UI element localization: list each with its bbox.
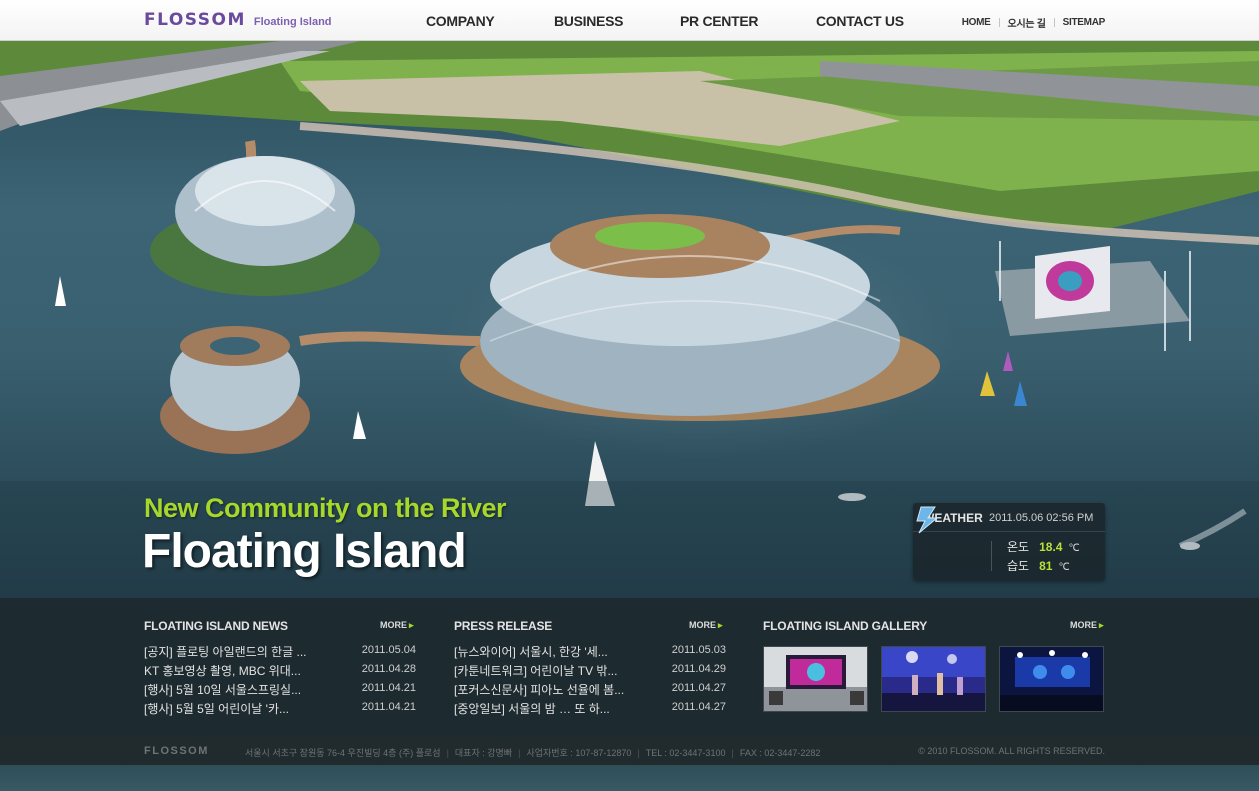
nav-pr-center[interactable]: PR CENTER xyxy=(680,13,759,29)
footer-fax: FAX : 02-3447-2282 xyxy=(739,748,821,758)
press-item-date: 2011.05.03 xyxy=(671,644,726,656)
news-item-title: [행사] 5월 10일 서울스프링실... xyxy=(144,683,302,697)
divider: | xyxy=(637,748,640,758)
press-item-title: [포커스신문사] 피아노 선율에 봄... xyxy=(454,683,625,697)
press-item[interactable]: [중앙일보] 서울의 밤 … 또 하... 2011.04.27 xyxy=(454,700,726,719)
temperature-unit: ℃ xyxy=(1068,543,1080,554)
news-item-title: [행사] 5월 5일 어린이날 '카... xyxy=(144,702,290,716)
gallery-image xyxy=(882,647,985,711)
divider xyxy=(1053,18,1055,27)
news-item[interactable]: KT 홍보영상 촬영, MBC 위대... 2011.04.28 xyxy=(144,662,416,681)
footer-business-number: 사업자번호 : 107-87-12870 xyxy=(526,748,632,758)
weather-temperature: 온도 18.4 ℃ xyxy=(1007,538,1080,555)
gallery-image xyxy=(1000,647,1103,711)
logo[interactable]: FLOSSOM Floating Island xyxy=(144,10,332,30)
news-item-title: KT 홍보영상 촬영, MBC 위대... xyxy=(144,664,301,678)
arrow-right-icon: ▸ xyxy=(1099,620,1104,630)
footer-logo: FLOSSOM xyxy=(144,745,209,757)
nav-contact-us[interactable]: CONTACT US xyxy=(816,13,904,29)
news-item-date: 2011.05.04 xyxy=(361,644,416,656)
page-bottom-background xyxy=(0,765,1259,791)
footer-copyright: © 2010 FLOSSOM. ALL RIGHTS RESERVED. xyxy=(918,746,1105,756)
press-item-title: [뉴스와이어] 서울시, 한강 '세... xyxy=(454,645,608,659)
footer-tel: TEL : 02-3447-3100 xyxy=(645,748,726,758)
news-item-date: 2011.04.21 xyxy=(361,701,416,713)
divider xyxy=(998,18,1000,27)
more-label: MORE xyxy=(689,620,716,630)
humidity-label: 습도 xyxy=(1007,559,1030,573)
news-item-date: 2011.04.28 xyxy=(361,663,416,675)
news-list: [공지] 플로팅 아일랜드의 한글 ... 2011.05.04 KT 홍보영상 … xyxy=(144,643,416,719)
humidity-unit: ℃ xyxy=(1058,562,1070,573)
press-more-link[interactable]: MORE ▸ xyxy=(689,620,723,631)
footer-company-info: 서울시 서초구 잠원동 76-4 우진빌딩 4층 (주) 플로섬 | 대표자 : 강… xyxy=(245,746,820,759)
gallery-thumbnail[interactable] xyxy=(999,646,1104,712)
footer-address: 서울시 서초구 잠원동 76-4 우진빌딩 4층 (주) 플로섬 xyxy=(245,748,441,758)
hero-visual: New Community on the River Floating Isla… xyxy=(0,41,1259,598)
press-item[interactable]: [뉴스와이어] 서울시, 한강 '세... 2011.05.03 xyxy=(454,643,726,662)
divider: | xyxy=(731,748,734,758)
hero-title: Floating Island xyxy=(142,525,467,578)
gallery-more-link[interactable]: MORE ▸ xyxy=(1070,620,1104,631)
utility-nav: HOME 오시는 길 SITEMAP xyxy=(962,15,1106,30)
content-band: FLOATING ISLAND NEWS MORE ▸ [공지] 플로팅 아일랜드… xyxy=(0,598,1259,737)
press-section-title: PRESS RELEASE xyxy=(454,619,553,633)
press-item-date: 2011.04.27 xyxy=(671,682,726,694)
util-directions[interactable]: 오시는 길 xyxy=(1008,15,1046,30)
press-item[interactable]: [포커스신문사] 피아노 선율에 봄... 2011.04.27 xyxy=(454,681,726,700)
logo-text: FLOSSOM xyxy=(144,10,246,30)
util-home[interactable]: HOME xyxy=(962,17,991,28)
news-item[interactable]: [행사] 5월 10일 서울스프링실... 2011.04.21 xyxy=(144,681,416,700)
gallery-image xyxy=(764,647,867,711)
news-item[interactable]: [행사] 5월 5일 어린이날 '카... 2011.04.21 xyxy=(144,700,416,719)
footer-ceo: 대표자 : 강명빠 xyxy=(454,748,513,758)
more-label: MORE xyxy=(1070,620,1097,630)
press-item-date: 2011.04.27 xyxy=(671,701,726,713)
util-sitemap[interactable]: SITEMAP xyxy=(1063,17,1106,28)
arrow-right-icon: ▸ xyxy=(718,620,723,630)
press-item-title: [중앙일보] 서울의 밤 … 또 하... xyxy=(454,702,610,716)
weather-widget: WEATHER 2011.05.06 02:56 PM 온도 18.4 ℃ 습도 81… xyxy=(913,503,1105,580)
news-item[interactable]: [공지] 플로팅 아일랜드의 한글 ... 2011.05.04 xyxy=(144,643,416,662)
press-item[interactable]: [카툰네트워크] 어린이날 TV 밖... 2011.04.29 xyxy=(454,662,726,681)
gallery-thumbnail[interactable] xyxy=(763,646,868,712)
divider: | xyxy=(446,748,449,758)
press-item-date: 2011.04.29 xyxy=(671,663,726,675)
footer: FLOSSOM 서울시 서초구 잠원동 76-4 우진빌딩 4층 (주) 플로섬… xyxy=(0,737,1259,765)
hero-tagline: New Community on the River xyxy=(144,493,507,523)
gallery-section-title: FLOATING ISLAND GALLERY xyxy=(763,619,928,633)
nav-company[interactable]: COMPANY xyxy=(426,13,495,29)
divider xyxy=(991,541,992,571)
temperature-label: 온도 xyxy=(1007,540,1030,554)
press-list: [뉴스와이어] 서울시, 한강 '세... 2011.05.03 [카툰네트워크]… xyxy=(454,643,726,719)
news-item-date: 2011.04.21 xyxy=(361,682,416,694)
weather-datetime: 2011.05.06 02:56 PM xyxy=(989,512,1094,524)
press-item-title: [카툰네트워크] 어린이날 TV 밖... xyxy=(454,664,618,678)
news-item-title: [공지] 플로팅 아일랜드의 한글 ... xyxy=(144,645,307,659)
weather-condition-icon xyxy=(916,506,939,534)
header: FLOSSOM Floating Island COMPANY BUSINESS… xyxy=(0,0,1259,41)
more-label: MORE xyxy=(380,620,407,630)
gallery-thumbnail[interactable] xyxy=(881,646,986,712)
logo-subtitle: Floating Island xyxy=(253,16,332,28)
nav-business[interactable]: BUSINESS xyxy=(554,13,623,29)
news-section-title: FLOATING ISLAND NEWS xyxy=(144,619,288,633)
temperature-value: 18.4 xyxy=(1039,540,1063,554)
arrow-right-icon: ▸ xyxy=(409,620,414,630)
humidity-value: 81 xyxy=(1039,559,1053,573)
divider: | xyxy=(518,748,521,758)
news-more-link[interactable]: MORE ▸ xyxy=(380,620,414,631)
weather-humidity: 습도 81 ℃ xyxy=(1007,557,1070,574)
